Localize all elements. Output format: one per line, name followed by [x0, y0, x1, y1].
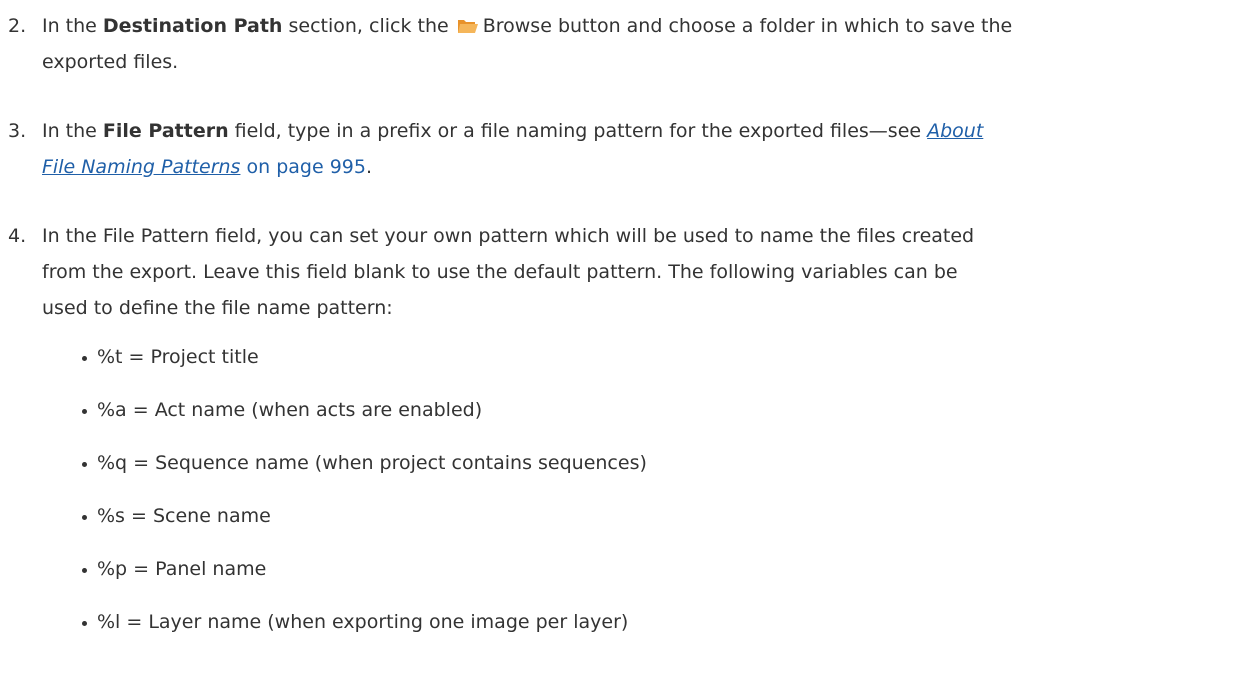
step-text: In the Destination Path section, click t…	[42, 8, 1232, 80]
list-item: %p = Panel name	[0, 551, 1238, 587]
about-file-naming-link-cont[interactable]: File Naming Patterns	[42, 156, 240, 178]
variable-description: %l = Layer name (when exporting one imag…	[97, 611, 629, 633]
bullet-icon	[82, 356, 87, 361]
variable-description: %p = Panel name	[97, 558, 267, 580]
variable-description: %q = Sequence name (when project contain…	[97, 452, 647, 474]
folder-open-icon	[457, 11, 479, 33]
list-item: %l = Layer name (when exporting one imag…	[0, 604, 1238, 640]
list-item: %a = Act name (when acts are enabled)	[0, 392, 1238, 428]
step-text: In the File Pattern field, you can set y…	[42, 225, 975, 319]
step-number: 4.	[8, 225, 27, 247]
variable-description: %a = Act name (when acts are enabled)	[97, 399, 483, 421]
field-name: File Pattern	[102, 120, 229, 142]
about-file-naming-link[interactable]: About	[927, 120, 983, 142]
step-number: 3.	[8, 120, 27, 142]
variable-description: %t = Project title	[97, 346, 259, 368]
list-item: %t = Project title	[0, 339, 1238, 375]
bullet-icon	[82, 621, 87, 626]
step-number: 2.	[8, 15, 27, 37]
page-reference-link[interactable]: on page 995	[240, 156, 365, 178]
bullet-icon	[82, 409, 87, 414]
bullet-icon	[82, 515, 87, 520]
step-text: In the File Pattern field, type in a pre…	[42, 120, 984, 178]
browse-button-label: Browse	[482, 15, 552, 37]
bullet-icon	[82, 462, 87, 467]
list-item: %q = Sequence name (when project contain…	[0, 445, 1238, 481]
list-item: %s = Scene name	[0, 498, 1238, 534]
section-name: Destination Path	[102, 15, 283, 37]
variable-description: %s = Scene name	[97, 505, 271, 527]
bullet-icon	[82, 568, 87, 573]
